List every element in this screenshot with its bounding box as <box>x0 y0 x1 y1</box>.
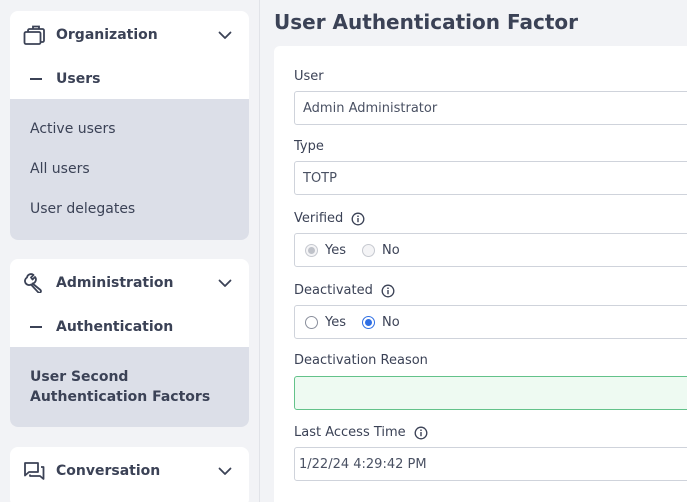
page-title: User Authentication Factor <box>274 10 578 34</box>
briefcase-icon <box>23 24 45 46</box>
verified-radio-group: Yes No <box>294 233 687 267</box>
last-access-time-value: 1/22/24 4:29:42 PM <box>299 456 427 472</box>
main-content: User Authentication Factor User Admin Ad… <box>260 0 687 502</box>
deactivated-label: Deactivated <box>294 283 395 298</box>
type-label: Type <box>294 139 324 154</box>
deactivated-no-radio[interactable] <box>362 315 375 329</box>
deactivation-reason-label: Deactivation Reason <box>294 353 428 368</box>
user-label: User <box>294 69 324 84</box>
sidebar-sublist-authentication: User Second Authentication Factors <box>10 347 249 427</box>
sidebar-item-label: All users <box>30 161 90 177</box>
user-field[interactable]: Admin Administrator <box>294 91 687 125</box>
chevron-down-icon[interactable] <box>217 463 233 479</box>
sidebar-item-label: User Second Authentication Factors <box>30 369 211 405</box>
sidebar-item-user-second-authentication-factors[interactable]: User Second Authentication Factors <box>10 347 249 427</box>
sidebar: Organization Users Active users All user… <box>0 0 259 502</box>
info-icon[interactable] <box>414 426 428 440</box>
radio-label: No <box>382 314 400 330</box>
sidebar-subheader-users[interactable]: Users <box>10 59 249 99</box>
form-panel: User Admin Administrator Type TOTP Verif… <box>274 46 687 502</box>
sidebar-subheader-authentication[interactable]: Authentication <box>10 307 249 347</box>
field-label-text: User <box>294 69 324 84</box>
sidebar-header-label: Organization <box>56 27 158 43</box>
wrench-icon <box>23 272 45 294</box>
field-label-text: Type <box>294 139 324 154</box>
chevron-down-icon[interactable] <box>217 27 233 43</box>
info-icon[interactable] <box>351 212 365 226</box>
sidebar-header-organization[interactable]: Organization <box>10 11 249 59</box>
type-field[interactable]: TOTP <box>294 161 687 195</box>
last-access-time-label: Last Access Time <box>294 425 428 440</box>
field-label-text: Deactivated <box>294 283 373 298</box>
sidebar-subheader-label: Authentication <box>56 319 174 335</box>
sidebar-section-administration: Administration Authentication User Secon… <box>10 259 249 427</box>
sidebar-subheader-label: Users <box>56 71 101 87</box>
deactivated-yes-radio[interactable] <box>305 315 318 329</box>
sidebar-item-active-users[interactable]: Active users <box>10 109 249 149</box>
radio-label: Yes <box>325 314 346 330</box>
info-icon[interactable] <box>381 284 395 298</box>
sidebar-header-label: Administration <box>56 275 174 291</box>
chevron-down-icon[interactable] <box>217 275 233 291</box>
deactivated-radio-group: Yes No <box>294 305 687 339</box>
sidebar-item-user-delegates[interactable]: User delegates <box>10 189 249 229</box>
type-field-value: TOTP <box>303 170 337 186</box>
radio-label: Yes <box>325 242 346 258</box>
chat-icon <box>23 460 45 482</box>
field-label-text: Last Access Time <box>294 425 406 440</box>
verified-no-radio[interactable] <box>362 243 375 257</box>
sidebar-header-conversation[interactable]: Conversation <box>10 447 249 495</box>
radio-label: No <box>382 242 400 258</box>
sidebar-section-conversation: Conversation <box>10 447 249 502</box>
user-field-value: Admin Administrator <box>303 100 438 116</box>
field-label-text: Deactivation Reason <box>294 353 428 368</box>
verified-label: Verified <box>294 211 365 226</box>
sidebar-section-organization: Organization Users Active users All user… <box>10 11 249 240</box>
sidebar-item-label: Active users <box>30 121 116 137</box>
sidebar-header-label: Conversation <box>56 463 161 479</box>
deactivation-reason-input[interactable] <box>294 376 687 410</box>
sidebar-item-label: User delegates <box>30 201 136 217</box>
sidebar-header-administration[interactable]: Administration <box>10 259 249 307</box>
collapse-dash-icon <box>30 78 42 80</box>
field-label-text: Verified <box>294 211 344 226</box>
collapse-dash-icon <box>30 326 42 328</box>
sidebar-sublist-users: Active users All users User delegates <box>10 99 249 240</box>
verified-yes-radio[interactable] <box>305 243 318 257</box>
sidebar-item-all-users[interactable]: All users <box>10 149 249 189</box>
last-access-time-field[interactable]: 1/22/24 4:29:42 PM <box>294 447 687 481</box>
